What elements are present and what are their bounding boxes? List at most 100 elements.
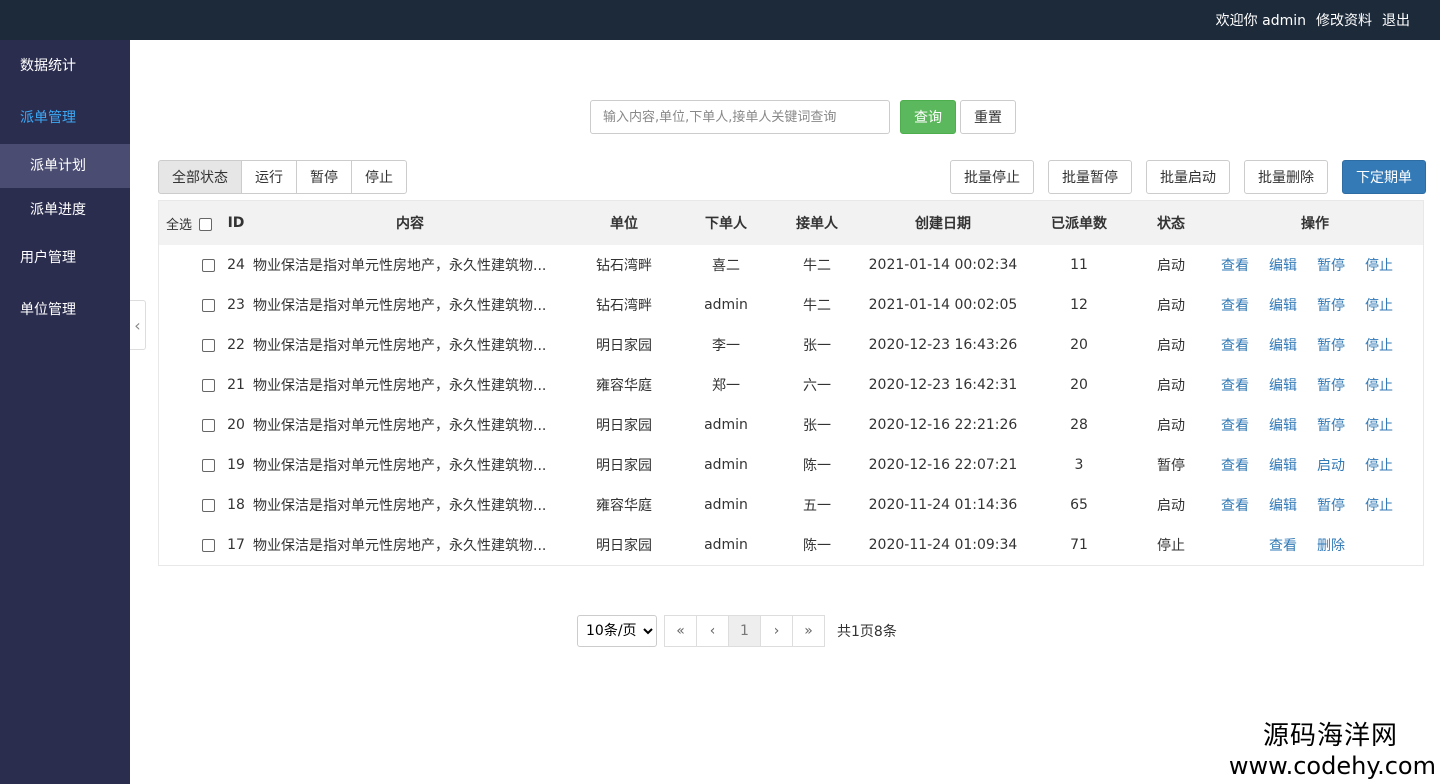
delete-link[interactable]: 删除 (1317, 535, 1345, 555)
cell-receiver: 五一 (803, 498, 831, 514)
prev-page-button[interactable]: ‹ (696, 615, 729, 647)
cell-created: 2021-01-14 00:02:34 (868, 257, 1018, 273)
cell-receiver: 张一 (803, 418, 831, 434)
stop-link[interactable]: 停止 (1365, 335, 1393, 355)
view-link[interactable]: 查看 (1221, 455, 1249, 475)
cell-receiver: 牛二 (803, 298, 831, 314)
cell-orderer: 李一 (712, 338, 740, 354)
pause-link[interactable]: 暂停 (1317, 295, 1345, 315)
cell-content: 物业保洁是指对单元性房地产，永久性建筑物... (253, 538, 547, 554)
table-row: 18 物业保洁是指对单元性房地产，永久性建筑物... 雍容华庭 admin 五一… (159, 485, 1423, 525)
cell-status: 启动 (1157, 338, 1185, 354)
sidebar-item-unit-management[interactable]: 单位管理 (0, 284, 130, 336)
sidebar-item-dispatch-plan[interactable]: 派单计划 (0, 144, 130, 188)
stop-link[interactable]: 停止 (1365, 495, 1393, 515)
current-page-button[interactable]: 1 (728, 615, 761, 647)
view-link[interactable]: 查看 (1221, 295, 1249, 315)
cell-created: 2020-12-16 22:07:21 (868, 457, 1018, 473)
sidebar-item-statistics[interactable]: 数据统计 (0, 40, 130, 92)
row-checkbox[interactable] (202, 298, 215, 312)
cell-status: 启动 (1157, 418, 1185, 434)
filter-stopped-button[interactable]: 停止 (351, 160, 407, 194)
batch-stop-button[interactable]: 批量停止 (950, 160, 1034, 194)
welcome-text: 欢迎你 admin (1215, 13, 1306, 29)
reset-button[interactable]: 重置 (960, 100, 1016, 134)
cell-unit: 明日家园 (596, 418, 652, 434)
cell-content: 物业保洁是指对单元性房地产，永久性建筑物... (253, 258, 547, 274)
select-all-checkbox[interactable] (198, 218, 212, 231)
first-page-button[interactable]: « (664, 615, 697, 647)
cell-id: 17 (227, 537, 245, 553)
batch-actions: 批量停止 批量暂停 批量启动 批量删除 下定期单 (950, 160, 1426, 194)
next-page-button[interactable]: › (760, 615, 793, 647)
sidebar-item-dispatch-progress[interactable]: 派单进度 (0, 188, 130, 232)
cell-created: 2020-12-23 16:43:26 (868, 337, 1018, 353)
cell-orderer: admin (704, 537, 748, 553)
edit-link[interactable]: 编辑 (1269, 255, 1297, 275)
sidebar-item-dispatch-management[interactable]: 派单管理 (0, 92, 130, 144)
start-link[interactable]: 启动 (1317, 455, 1345, 475)
header-content: 内容 (396, 216, 424, 232)
sidebar-collapse-toggle[interactable]: ‹ (130, 300, 146, 350)
row-checkbox[interactable] (202, 498, 215, 512)
cell-status: 启动 (1157, 498, 1185, 514)
cell-id: 20 (227, 417, 245, 433)
table-row: 21 物业保洁是指对单元性房地产，永久性建筑物... 雍容华庭 郑一 六一 20… (159, 365, 1423, 405)
watermark: 源码海洋网 www.codehy.com (1229, 715, 1436, 780)
cell-content: 物业保洁是指对单元性房地产，永久性建筑物... (253, 338, 547, 354)
table-row: 24 物业保洁是指对单元性房地产，永久性建筑物... 钻石湾畔 喜二 牛二 20… (159, 245, 1423, 285)
edit-link[interactable]: 编辑 (1269, 375, 1297, 395)
stop-link[interactable]: 停止 (1365, 415, 1393, 435)
edit-link[interactable]: 编辑 (1269, 495, 1297, 515)
view-link[interactable]: 查看 (1221, 495, 1249, 515)
dispatch-plan-table: 全选 ID 内容 单位 下单人 接单人 创建日期 已派单数 状态 操作 24 物… (158, 200, 1424, 566)
filter-all-button[interactable]: 全部状态 (158, 160, 242, 194)
search-input[interactable] (590, 100, 890, 134)
stop-link[interactable]: 停止 (1365, 455, 1393, 475)
filter-running-button[interactable]: 运行 (241, 160, 297, 194)
query-button[interactable]: 查询 (900, 100, 956, 134)
pause-link[interactable]: 暂停 (1317, 495, 1345, 515)
row-checkbox[interactable] (202, 538, 215, 552)
header-created: 创建日期 (915, 216, 971, 232)
pause-link[interactable]: 暂停 (1317, 255, 1345, 275)
edit-link[interactable]: 编辑 (1269, 295, 1297, 315)
row-checkbox[interactable] (202, 418, 215, 432)
view-link[interactable]: 查看 (1221, 415, 1249, 435)
view-link[interactable]: 查看 (1221, 255, 1249, 275)
cell-created: 2020-11-24 01:14:36 (868, 497, 1018, 513)
view-link[interactable]: 查看 (1221, 375, 1249, 395)
batch-pause-button[interactable]: 批量暂停 (1048, 160, 1132, 194)
view-link[interactable]: 查看 (1269, 535, 1297, 555)
cell-orderer: admin (704, 497, 748, 513)
stop-link[interactable]: 停止 (1365, 295, 1393, 315)
pause-link[interactable]: 暂停 (1317, 375, 1345, 395)
cell-id: 24 (227, 257, 245, 273)
cell-dispatched: 3 (1074, 457, 1084, 473)
edit-link[interactable]: 编辑 (1269, 415, 1297, 435)
view-link[interactable]: 查看 (1221, 335, 1249, 355)
row-checkbox[interactable] (202, 338, 215, 352)
stop-link[interactable]: 停止 (1365, 255, 1393, 275)
cell-status: 暂停 (1157, 458, 1185, 474)
row-checkbox[interactable] (202, 458, 215, 472)
edit-link[interactable]: 编辑 (1269, 455, 1297, 475)
batch-delete-button[interactable]: 批量删除 (1244, 160, 1328, 194)
pause-link[interactable]: 暂停 (1317, 415, 1345, 435)
row-checkbox[interactable] (202, 378, 215, 392)
batch-start-button[interactable]: 批量启动 (1146, 160, 1230, 194)
edit-profile-link[interactable]: 修改资料 (1316, 10, 1372, 30)
filter-paused-button[interactable]: 暂停 (296, 160, 352, 194)
edit-link[interactable]: 编辑 (1269, 335, 1297, 355)
cell-content: 物业保洁是指对单元性房地产，永久性建筑物... (253, 498, 547, 514)
pause-link[interactable]: 暂停 (1317, 335, 1345, 355)
create-periodic-order-button[interactable]: 下定期单 (1342, 160, 1426, 194)
last-page-button[interactable]: » (792, 615, 825, 647)
sidebar-item-user-management[interactable]: 用户管理 (0, 232, 130, 284)
page-summary: 共1页8条 (837, 624, 897, 640)
row-checkbox[interactable] (202, 258, 215, 272)
logout-link[interactable]: 退出 (1382, 10, 1410, 30)
stop-link[interactable]: 停止 (1365, 375, 1393, 395)
cell-content: 物业保洁是指对单元性房地产，永久性建筑物... (253, 418, 547, 434)
page-size-select[interactable]: 10条/页 (577, 615, 657, 647)
